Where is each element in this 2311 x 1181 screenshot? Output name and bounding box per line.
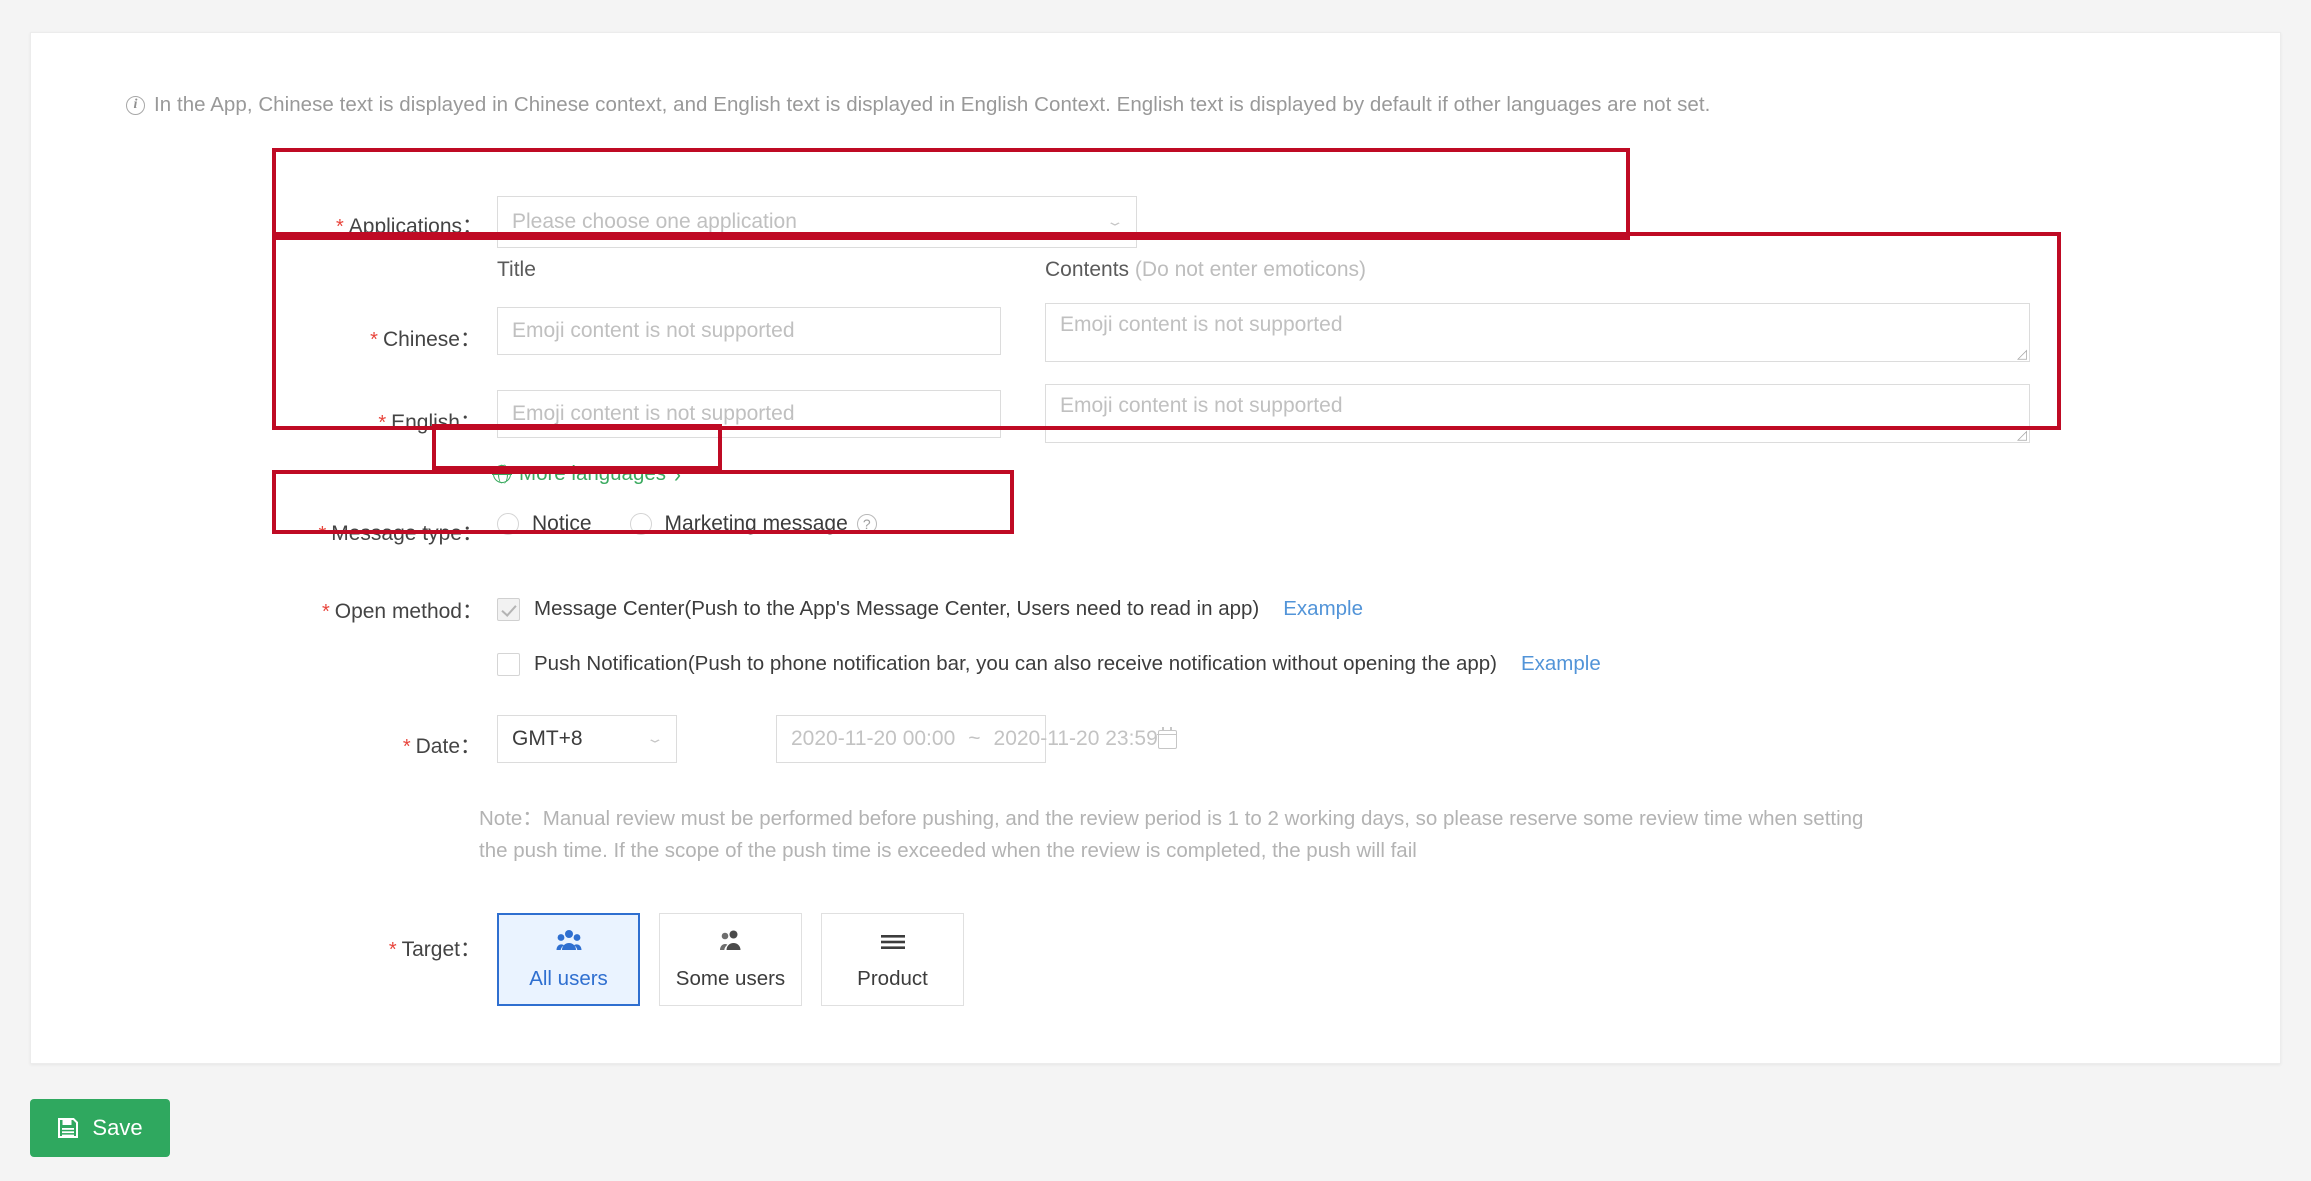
open-method-option-message-center: Message Center(Push to the App's Message…: [497, 597, 1363, 621]
help-question-icon[interactable]: ?: [856, 514, 877, 534]
message-type-label-text: Message type：: [331, 522, 483, 545]
target-card-product[interactable]: Product: [821, 913, 964, 1006]
info-circle-icon: i: [126, 95, 145, 115]
chinese-content-placeholder: Emoji content is not supported: [1060, 313, 1343, 336]
checkbox-message-center-label[interactable]: Message Center(Push to the App's Message…: [534, 597, 1259, 621]
english-label-text: English：: [391, 411, 481, 434]
target-label: * Target：: [321, 933, 481, 963]
checkbox-push-notification-label[interactable]: Push Notification(Push to phone notifica…: [534, 652, 1497, 676]
message-type-label: * Message type：: [313, 517, 483, 547]
required-asterisk: *: [370, 329, 378, 351]
date-range-start[interactable]: 2020-11-20 00:00: [791, 727, 955, 751]
date-label: * Date：: [331, 730, 481, 760]
review-note-text: Note：Manual review must be performed bef…: [479, 807, 1864, 862]
chevron-down-icon: ⌄: [1105, 214, 1125, 229]
open-method-option-push-notification: Push Notification(Push to phone notifica…: [497, 652, 1601, 676]
example-link-push-notification[interactable]: Example: [1521, 652, 1601, 676]
chinese-label: * Chinese：: [331, 323, 481, 353]
save-button-label: Save: [92, 1115, 143, 1140]
radio-notice[interactable]: [497, 513, 519, 535]
radio-marketing-message[interactable]: [629, 513, 652, 535]
info-banner: i In the App, Chinese text is displayed …: [126, 93, 1710, 117]
timezone-value: GMT+8: [512, 727, 583, 750]
calendar-icon[interactable]: [1157, 726, 1178, 749]
english-label: * English：: [331, 406, 481, 436]
chinese-content-textarea[interactable]: Emoji content is not supported: [1045, 303, 2030, 362]
applications-select[interactable]: Please choose one application ⌄: [497, 196, 1137, 248]
english-title-placeholder: Emoji content is not supported: [512, 402, 795, 425]
required-asterisk: *: [388, 939, 397, 961]
more-languages-link[interactable]: More languages ›: [492, 460, 682, 488]
required-asterisk: *: [402, 736, 411, 758]
english-content-placeholder: Emoji content is not supported: [1060, 394, 1343, 417]
textarea-resize-handle[interactable]: [2014, 428, 2027, 441]
floppy-disk-icon: [57, 1117, 79, 1139]
applications-label: * Applications：: [313, 210, 483, 240]
open-method-label-text: Open method：: [334, 600, 483, 623]
column-header-contents-hint: (Do not enter emoticons): [1134, 258, 1367, 281]
column-header-title-text: Title: [497, 258, 536, 281]
chinese-label-text: Chinese：: [382, 328, 481, 351]
checkbox-message-center[interactable]: [497, 597, 520, 621]
english-title-input[interactable]: Emoji content is not supported: [497, 390, 1001, 438]
form-card: i In the App, Chinese text is displayed …: [30, 32, 2281, 1064]
target-card-product-label: Product: [857, 966, 928, 990]
radio-marketing-message-label[interactable]: Marketing message: [665, 512, 848, 536]
group-users-icon: [556, 929, 582, 951]
applications-label-text: Applications：: [348, 215, 483, 238]
open-method-label: * Open method：: [303, 595, 483, 625]
list-lines-icon: [880, 929, 906, 951]
timezone-select[interactable]: GMT+8 ⌄: [497, 715, 677, 763]
page-root: i In the App, Chinese text is displayed …: [0, 0, 2311, 1181]
date-range-separator: ~: [968, 727, 981, 750]
checkbox-push-notification[interactable]: [497, 652, 520, 676]
chevron-down-icon: ⌄: [645, 731, 665, 746]
save-button[interactable]: Save: [30, 1099, 170, 1157]
date-range-picker[interactable]: 2020-11-20 00:00 ~ 2020-11-20 23:59: [776, 715, 1178, 763]
target-card-some-users[interactable]: Some users: [659, 913, 802, 1006]
required-asterisk: *: [321, 601, 330, 623]
chinese-title-placeholder: Emoji content is not supported: [512, 319, 795, 342]
column-header-contents: Contents (Do not enter emoticons): [1045, 258, 1366, 282]
required-asterisk: *: [378, 412, 387, 434]
example-link-message-center[interactable]: Example: [1283, 597, 1363, 621]
radio-notice-label[interactable]: Notice: [532, 512, 592, 536]
date-range-end[interactable]: 2020-11-20 23:59: [994, 727, 1158, 751]
applications-select-placeholder: Please choose one application: [512, 210, 797, 233]
chevron-right-icon: ›: [674, 460, 682, 488]
target-card-all-users-label: All users: [529, 966, 608, 990]
textarea-resize-handle[interactable]: [2014, 347, 2027, 360]
column-header-contents-text: Contents: [1045, 258, 1130, 281]
two-users-icon: [719, 929, 743, 951]
english-content-textarea[interactable]: Emoji content is not supported: [1045, 384, 2030, 443]
more-languages-label: More languages: [519, 462, 667, 485]
column-header-title: Title: [497, 258, 536, 282]
target-card-all-users[interactable]: All users: [497, 913, 640, 1006]
required-asterisk: *: [318, 523, 327, 545]
target-label-text: Target：: [401, 938, 481, 961]
message-type-radio-group: Notice Marketing message ?: [497, 512, 877, 536]
required-asterisk: *: [335, 216, 344, 238]
date-label-text: Date：: [415, 735, 481, 758]
info-banner-text: In the App, Chinese text is displayed in…: [154, 93, 1711, 116]
globe-icon: [492, 464, 512, 484]
chinese-title-input[interactable]: Emoji content is not supported: [497, 307, 1001, 355]
target-card-group: All users Some users Product: [497, 913, 964, 1006]
target-card-some-users-label: Some users: [675, 966, 786, 990]
